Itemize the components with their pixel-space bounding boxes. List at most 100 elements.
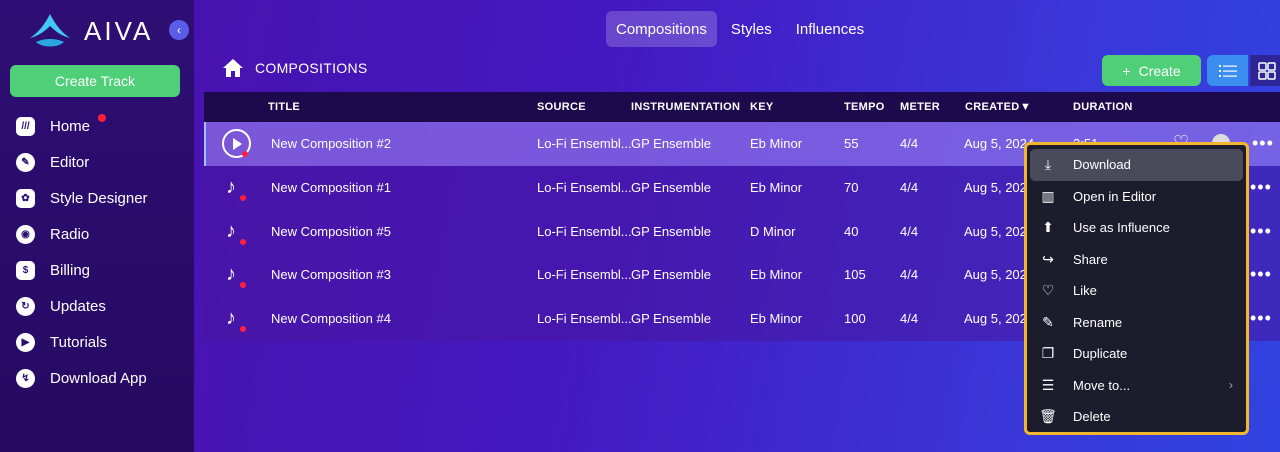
menu-item-like[interactable]: ♡ Like (1030, 275, 1243, 307)
create-button[interactable]: + Create (1102, 55, 1201, 86)
menu-item-label: Rename (1073, 314, 1123, 330)
palette-icon: ✿ (16, 188, 35, 208)
sidebar-item-updates[interactable]: ↻ Updates (0, 288, 194, 324)
column-created[interactable]: CREATED (965, 101, 1019, 113)
sort-desc-icon[interactable]: ▼ (1020, 101, 1031, 113)
more-options-icon[interactable]: ••• (1250, 177, 1272, 198)
table-header: TITLE SOURCE INSTRUMENTATION KEY TEMPO M… (204, 92, 1280, 122)
menu-item-label: Open in Editor (1073, 188, 1157, 204)
menu-item-use-as-influence[interactable]: ⬆ Use as Influence (1030, 212, 1243, 244)
row-title: New Composition #4 (271, 311, 391, 327)
download-icon: ⤓ (1044, 156, 1052, 173)
radio-icon: ◉ (16, 224, 35, 244)
unread-dot (242, 151, 248, 157)
sidebar-item-home[interactable]: /// Home (0, 108, 194, 144)
sidebar-item-tutorials[interactable]: ▶ Tutorials (0, 324, 194, 360)
column-duration[interactable]: DURATION (1073, 101, 1133, 113)
menu-item-label: Duplicate (1073, 346, 1128, 362)
list-icon (1218, 64, 1237, 77)
menu-item-share[interactable]: ↪ Share (1030, 244, 1243, 276)
create-track-button[interactable]: Create Track (10, 65, 180, 97)
row-tempo: 105 (844, 267, 866, 283)
sidebar-item-billing[interactable]: $ Billing (0, 252, 194, 288)
row-title: New Composition #2 (271, 136, 391, 151)
unread-dot (240, 326, 246, 333)
pencil-icon: ✎ (1042, 313, 1054, 330)
tab-styles[interactable]: Styles (721, 11, 782, 47)
column-meter[interactable]: METER (900, 101, 940, 113)
grid-view-button[interactable] (1250, 55, 1280, 86)
notification-dot (98, 114, 106, 122)
list-icon: ☰ (1041, 376, 1055, 393)
play-icon: ▶ (16, 332, 35, 352)
plus-icon: + (1122, 62, 1131, 79)
sidebar-item-label: Home (50, 117, 91, 135)
sidebar-item-label: Style Designer (50, 189, 148, 207)
more-options-icon[interactable]: ••• (1250, 264, 1272, 285)
sidebar-item-label: Download App (50, 369, 147, 387)
more-options-icon[interactable]: ••• (1250, 221, 1272, 242)
row-meter: 4/4 (900, 136, 919, 151)
menu-item-delete[interactable]: 🗑 Delete (1030, 401, 1243, 433)
sidebar-item-style-designer[interactable]: ✿ Style Designer (0, 180, 194, 216)
column-title[interactable]: TITLE (268, 101, 300, 113)
row-title: New Composition #1 (271, 179, 391, 195)
pencil-icon: ✎ (16, 152, 35, 172)
row-title: New Composition #3 (271, 267, 391, 283)
row-meter: 4/4 (900, 267, 919, 283)
column-source[interactable]: SOURCE (537, 101, 586, 113)
heart-icon: ♡ (1041, 282, 1055, 299)
trash-icon: 🗑 (1039, 408, 1057, 425)
sidebar-item-radio[interactable]: ◉ Radio (0, 216, 194, 252)
row-tempo: 55 (844, 136, 859, 151)
refresh-icon: ↻ (16, 296, 35, 316)
piano-icon: ▥ (1041, 187, 1055, 204)
sidebar-item-download-app[interactable]: ↯ Download App (0, 360, 194, 396)
row-source: Lo-Fi Ensembl... (537, 179, 632, 195)
menu-item-open-in-editor[interactable]: ▥ Open in Editor (1030, 181, 1243, 213)
row-meter: 4/4 (900, 179, 919, 195)
row-tempo: 40 (844, 223, 859, 239)
more-options-icon[interactable]: ••• (1250, 308, 1272, 329)
share-icon: ↪ (1042, 250, 1054, 267)
column-key[interactable]: KEY (750, 101, 774, 113)
more-options-icon[interactable]: ••• (1252, 133, 1274, 154)
sidebar: AIVA ‹ Create Track /// Home ✎ Editor ✿ … (0, 0, 194, 452)
app-name: AIVA (84, 16, 154, 46)
menu-item-move-to[interactable]: ☰ Move to... › (1030, 370, 1243, 402)
row-title: New Composition #5 (271, 223, 391, 239)
row-meter: 4/4 (900, 223, 919, 239)
home-icon: /// (16, 116, 35, 136)
list-view-button[interactable] (1207, 55, 1248, 86)
tab-compositions[interactable]: Compositions (606, 11, 717, 47)
home-icon[interactable] (222, 58, 244, 78)
row-key: Eb Minor (750, 179, 803, 195)
music-note-icon: ♪ (226, 175, 236, 198)
menu-item-duplicate[interactable]: ❐ Duplicate (1030, 338, 1243, 370)
menu-item-label: Move to... (1073, 377, 1131, 393)
row-source: Lo-Fi Ensembl... (537, 223, 632, 239)
row-meter: 4/4 (900, 311, 919, 327)
sidebar-nav: /// Home ✎ Editor ✿ Style Designer ◉ Rad… (0, 108, 194, 396)
column-tempo[interactable]: TEMPO (844, 101, 885, 113)
breadcrumb-label: COMPOSITIONS (255, 60, 368, 76)
dollar-icon: $ (16, 260, 35, 280)
sidebar-item-editor[interactable]: ✎ Editor (0, 144, 194, 180)
music-note-icon: ♪ (226, 219, 236, 242)
menu-item-label: Like (1073, 283, 1097, 299)
unread-dot (240, 282, 246, 289)
row-instrumentation: GP Ensemble (631, 267, 711, 283)
tab-influences[interactable]: Influences (786, 11, 874, 47)
menu-item-label: Delete (1073, 409, 1111, 425)
row-source: Lo-Fi Ensembl... (537, 267, 632, 283)
collapse-sidebar-button[interactable]: ‹ (169, 20, 189, 40)
menu-item-download[interactable]: ⤓ Download (1030, 149, 1243, 181)
row-instrumentation: GP Ensemble (631, 136, 711, 151)
context-menu: ⤓ Download ▥ Open in Editor ⬆ Use as Inf… (1024, 142, 1249, 435)
row-key: Eb Minor (750, 311, 803, 327)
column-instrumentation[interactable]: INSTRUMENTATION (631, 101, 740, 113)
row-key: Eb Minor (750, 267, 803, 283)
menu-item-rename[interactable]: ✎ Rename (1030, 307, 1243, 339)
create-label: Create (1138, 62, 1181, 79)
download-icon: ↯ (16, 368, 35, 388)
